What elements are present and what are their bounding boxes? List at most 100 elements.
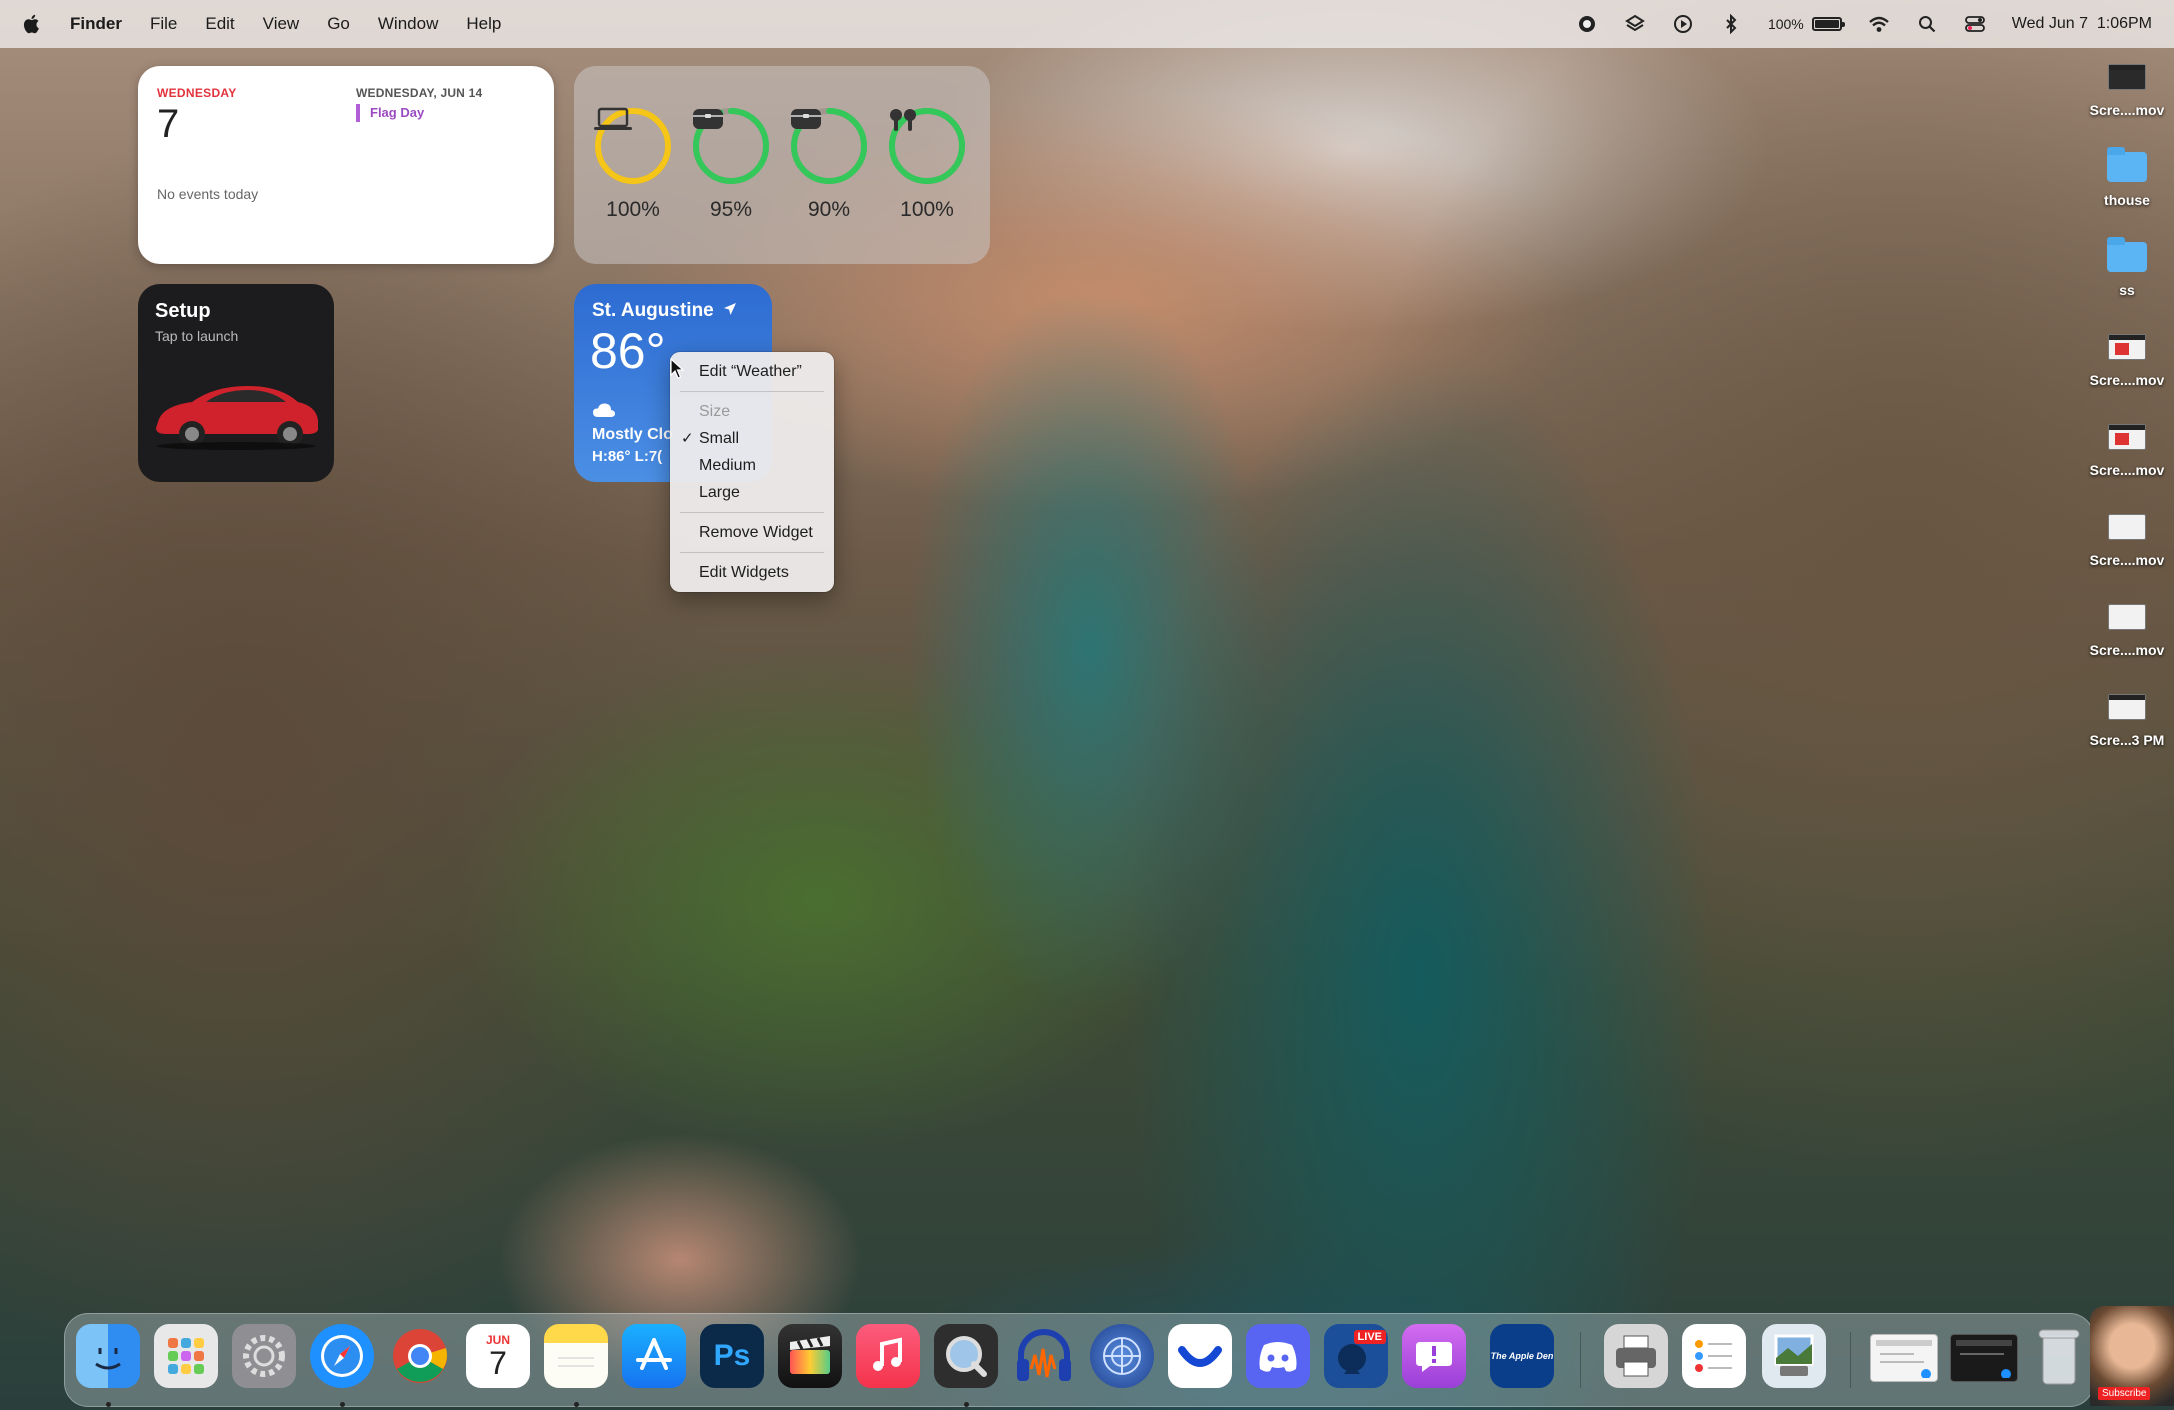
menu-bar: Finder File Edit View Go Window Help 100… <box>0 0 2174 48</box>
menu-remove-widget[interactable]: Remove Widget <box>670 519 834 546</box>
dock-app-smile[interactable] <box>1168 1324 1232 1388</box>
menu-edit-weather[interactable]: Edit “Weather” <box>670 358 834 385</box>
desktop-file-label: Scre....mov <box>2089 642 2165 658</box>
dock-divider <box>1580 1332 1581 1388</box>
bluetooth-icon[interactable] <box>1720 13 1742 35</box>
desktop-folder-thouse[interactable]: thouse <box>2082 147 2172 208</box>
desktop-file-screen-recording[interactable]: Scre....mov <box>2082 510 2172 568</box>
dock-trash[interactable] <box>2034 1324 2084 1388</box>
desktop-file-screen-recording[interactable]: Scre....mov <box>2082 330 2172 388</box>
widget-context-menu: Edit “Weather” Size ✓ Small Medium Large… <box>670 352 834 592</box>
subscribe-badge: Subscribe <box>2098 1387 2151 1400</box>
tesla-subtitle: Tap to launch <box>155 328 239 344</box>
desktop-file-screen-recording[interactable]: Scre....mov <box>2082 420 2172 478</box>
desktop-file-screen-recording[interactable]: Scre....mov <box>2082 600 2172 658</box>
dock-minimized-window[interactable] <box>1870 1334 1938 1382</box>
dock-app-app-store[interactable] <box>622 1324 686 1388</box>
spotlight-search-icon[interactable] <box>1916 13 1938 35</box>
menu-size-small[interactable]: ✓ Small <box>670 425 834 452</box>
layers-icon[interactable] <box>1624 13 1646 35</box>
desktop-file-screen-recording[interactable]: Scre....mov <box>2082 60 2172 118</box>
dock-app-audacity[interactable] <box>1012 1324 1076 1388</box>
dock-app-preview[interactable] <box>1762 1324 1826 1388</box>
weather-condition: Mostly Clo <box>592 426 673 443</box>
dock-minimized-window[interactable] <box>1950 1334 2018 1382</box>
menu-file[interactable]: File <box>150 14 177 34</box>
apple-menu-icon[interactable] <box>22 12 44 36</box>
menu-size-medium[interactable]: Medium <box>670 452 834 479</box>
battery-icon[interactable] <box>1811 17 1845 31</box>
dock-app-calendar[interactable]: JUN 7 <box>466 1324 530 1388</box>
notes-icon <box>558 1357 594 1367</box>
control-center-icon[interactable] <box>1964 13 1986 35</box>
menu-go[interactable]: Go <box>327 14 350 34</box>
menu-edit[interactable]: Edit <box>205 14 234 34</box>
menu-edit-widgets[interactable]: Edit Widgets <box>670 559 834 586</box>
dock-running-indicator <box>106 1402 111 1407</box>
menu-window[interactable]: Window <box>378 14 438 34</box>
calendar-event: Flag Day <box>356 104 424 122</box>
menu-clock[interactable]: Wed Jun 7 1:06PM <box>2012 15 2152 33</box>
battery-percent: 100% <box>1767 16 1804 32</box>
wifi-icon[interactable] <box>1868 13 1890 35</box>
video-file-icon <box>2105 420 2149 454</box>
desktop-folder-ss[interactable]: ss <box>2082 237 2172 298</box>
calendar-widget[interactable]: WEDNESDAY 7 No events today WEDNESDAY, J… <box>138 66 554 264</box>
dock-app-printer[interactable] <box>1604 1324 1668 1388</box>
menu-separator <box>680 391 824 392</box>
dock-divider <box>1850 1332 1851 1388</box>
dock-app-quicktime[interactable] <box>934 1324 998 1388</box>
dock-app-apple-den[interactable]: The Apple Den <box>1490 1324 1554 1388</box>
tesla-widget[interactable]: Setup Tap to launch <box>138 284 334 482</box>
desktop-file-screenshot[interactable]: Scre...3 PM <box>2082 690 2172 748</box>
menu-size-header: Size <box>699 403 731 420</box>
battery-device-airpods: 100% <box>887 106 967 222</box>
screen-record-icon[interactable] <box>1576 13 1598 35</box>
desktop-file-label: Scre...3 PM <box>2089 732 2165 748</box>
airpods-icon <box>887 106 967 186</box>
dock-app-live[interactable]: LIVE <box>1324 1324 1388 1388</box>
gear-icon <box>243 1335 285 1377</box>
dock-app-safari[interactable] <box>310 1324 374 1388</box>
car-icon <box>148 372 324 457</box>
desktop-file-label: Scre....mov <box>2089 552 2165 568</box>
printer-icon <box>1616 1335 1656 1377</box>
window-thumbnail-icon <box>1956 1340 2012 1378</box>
airpods-case-icon <box>789 106 869 186</box>
discord-icon <box>1259 1342 1297 1372</box>
dock-running-indicator <box>574 1402 579 1407</box>
tesla-title: Setup <box>155 300 211 322</box>
dock-app-photoshop[interactable]: Ps <box>700 1324 764 1388</box>
batteries-widget[interactable]: 100% 95% 90% 100% <box>574 66 990 264</box>
menu-separator <box>680 512 824 513</box>
weather-city: St. Augustine <box>592 300 714 321</box>
feedback-icon <box>1416 1342 1452 1372</box>
dock-app-chrome[interactable] <box>388 1324 452 1388</box>
dock-app-network-radar[interactable] <box>1090 1324 1154 1388</box>
weather-high-low: H:86° L:7( <box>592 448 663 465</box>
video-file-icon <box>2105 330 2149 364</box>
dock-app-music[interactable] <box>856 1324 920 1388</box>
folder-icon <box>2105 237 2149 274</box>
dock-app-launchpad[interactable] <box>154 1324 218 1388</box>
music-icon <box>873 1337 902 1371</box>
play-icon[interactable] <box>1672 13 1694 35</box>
menu-help[interactable]: Help <box>466 14 501 34</box>
calendar-no-events: No events today <box>157 186 259 202</box>
battery-device-case-2: 90% <box>789 106 869 222</box>
menu-separator <box>680 552 824 553</box>
menu-app-finder[interactable]: Finder <box>70 14 122 34</box>
window-thumbnail-icon <box>1876 1340 1932 1378</box>
dock-app-final-cut[interactable] <box>778 1324 842 1388</box>
dock-app-feedback[interactable] <box>1402 1324 1466 1388</box>
dock-app-finder[interactable] <box>76 1324 140 1388</box>
photoshop-icon: Ps <box>713 1339 751 1372</box>
dock-app-notes[interactable] <box>544 1324 608 1388</box>
dock-app-discord[interactable] <box>1246 1324 1310 1388</box>
dock-app-reminders[interactable] <box>1682 1324 1746 1388</box>
menu-size-large[interactable]: Large <box>670 479 834 506</box>
video-file-icon <box>2105 510 2149 544</box>
menu-view[interactable]: View <box>263 14 300 34</box>
dock-app-system-settings[interactable] <box>232 1324 296 1388</box>
reminders-icon <box>1695 1340 1732 1372</box>
